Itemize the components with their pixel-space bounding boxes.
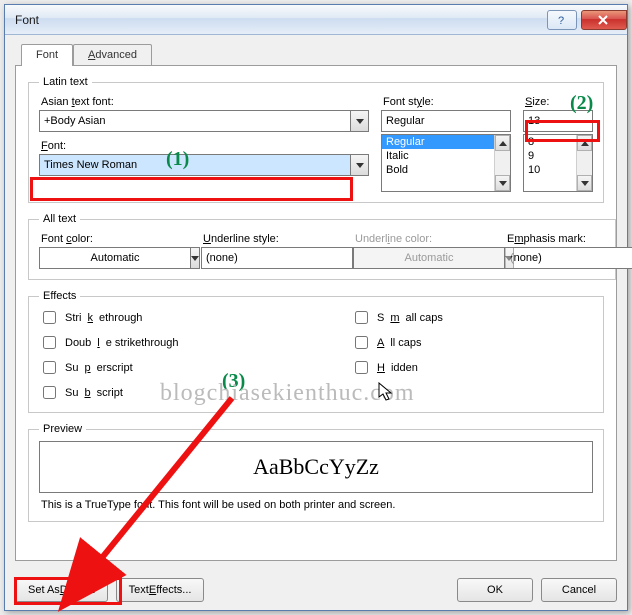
tab-advanced[interactable]: Advanced <box>73 44 152 66</box>
group-preview: Preview AaBbCcYyZz This is a TrueType fo… <box>28 423 604 522</box>
text-effects-button[interactable]: Text Effects... <box>116 578 205 602</box>
group-latin: Latin text Asian text font: Font: <box>28 76 604 203</box>
svg-text:?: ? <box>558 15 564 25</box>
scrollbar[interactable] <box>576 135 592 191</box>
list-item[interactable]: Italic <box>382 149 494 163</box>
asian-font-combo[interactable] <box>39 110 369 132</box>
font-style-list[interactable]: Regular Italic Bold <box>381 134 511 192</box>
button-bar: Set As Default Text Effects... OK Cancel <box>15 578 617 602</box>
underline-color-value <box>353 247 505 269</box>
underline-color-dropdown-button <box>505 247 514 269</box>
cancel-button[interactable]: Cancel <box>541 578 617 602</box>
chevron-down-icon <box>356 119 364 124</box>
underline-color-combo <box>353 247 493 269</box>
window-title: Font <box>15 13 547 27</box>
check-double-strikethrough[interactable]: Double strikethrough <box>39 333 339 352</box>
check-strikethrough[interactable]: Strikethrough <box>39 308 339 327</box>
check-all-caps[interactable]: All caps <box>351 333 443 352</box>
tab-panel-font: Latin text Asian text font: Font: <box>15 65 617 561</box>
chevron-up-icon <box>499 141 507 146</box>
chevron-down-icon <box>581 181 589 186</box>
preview-sample: AaBbCcYyZz <box>39 441 593 493</box>
close-icon <box>598 15 610 25</box>
check-superscript[interactable]: Superscript <box>39 358 339 377</box>
chevron-down-icon <box>191 256 199 261</box>
font-color-dropdown-button[interactable] <box>191 247 200 269</box>
legend-latin: Latin text <box>39 76 92 88</box>
list-item[interactable]: 9 <box>524 149 576 163</box>
scroll-down[interactable] <box>577 175 592 191</box>
scrollbar[interactable] <box>494 135 510 191</box>
chevron-up-icon <box>581 141 589 146</box>
ok-button[interactable]: OK <box>457 578 533 602</box>
label-emphasis: Emphasis mark: <box>507 233 605 245</box>
check-small-caps[interactable]: Small caps <box>351 308 443 327</box>
underline-style-combo[interactable] <box>201 247 341 269</box>
scroll-down[interactable] <box>495 175 510 191</box>
font-input[interactable] <box>39 154 351 176</box>
font-style-input[interactable] <box>381 110 511 132</box>
label-font-color: Font color: <box>41 233 189 245</box>
size-input[interactable] <box>523 110 593 132</box>
cursor-icon <box>378 382 394 402</box>
group-alltext: All text Font color: Underline style: <box>28 213 616 280</box>
emphasis-value[interactable] <box>505 247 632 269</box>
chevron-down-icon <box>505 256 513 261</box>
legend-preview: Preview <box>39 423 86 435</box>
help-icon: ? <box>557 15 567 25</box>
chevron-down-icon <box>356 163 364 168</box>
check-hidden[interactable]: Hidden <box>351 358 443 377</box>
tabstrip: Font Advanced <box>21 43 617 65</box>
tab-font[interactable]: Font <box>21 44 73 66</box>
label-underline-style: Underline style: <box>203 233 341 245</box>
size-list[interactable]: 8 9 10 <box>523 134 593 192</box>
chevron-down-icon <box>499 181 507 186</box>
label-font: Font: <box>41 140 369 152</box>
legend-effects: Effects <box>39 290 80 302</box>
label-underline-color: Underline color: <box>355 233 493 245</box>
font-dialog: Font ? Font Advanced Latin text Asian te… <box>4 4 628 611</box>
asian-font-dropdown-button[interactable] <box>351 110 369 132</box>
asian-font-input[interactable] <box>39 110 351 132</box>
titlebar[interactable]: Font ? <box>5 5 627 35</box>
scroll-up[interactable] <box>495 135 510 151</box>
underline-style-value[interactable] <box>201 247 353 269</box>
help-button[interactable]: ? <box>547 10 577 30</box>
scroll-up[interactable] <box>577 135 592 151</box>
preview-note: This is a TrueType font. This font will … <box>41 499 591 511</box>
client-area: Font Advanced Latin text Asian text font… <box>5 35 627 610</box>
font-color-combo[interactable] <box>39 247 189 269</box>
label-size: Size: <box>525 96 593 108</box>
legend-alltext: All text <box>39 213 80 225</box>
list-item[interactable]: 10 <box>524 163 576 177</box>
watermark-text: blogchiasekienthuc.com <box>160 380 415 407</box>
close-button[interactable] <box>581 10 627 30</box>
font-dropdown-button[interactable] <box>351 154 369 176</box>
font-combo[interactable] <box>39 154 369 176</box>
set-as-default-button[interactable]: Set As Default <box>15 578 108 602</box>
label-asian-font: Asian text font: <box>41 96 369 108</box>
list-item[interactable]: Bold <box>382 163 494 177</box>
label-font-style: Font style: <box>383 96 511 108</box>
list-item[interactable]: 8 <box>524 135 576 149</box>
list-item[interactable]: Regular <box>382 135 494 149</box>
emphasis-combo[interactable] <box>505 247 605 269</box>
font-color-value[interactable] <box>39 247 191 269</box>
